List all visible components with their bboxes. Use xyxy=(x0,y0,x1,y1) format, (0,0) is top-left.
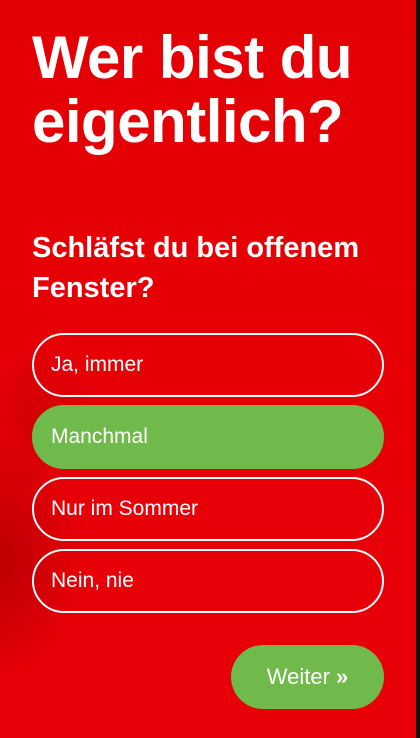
answer-option-label: Nur im Sommer xyxy=(51,497,199,520)
answer-option-label: Manchmal xyxy=(51,425,148,448)
answer-option-ja-immer[interactable]: Ja, immer xyxy=(32,333,384,397)
answer-option-nur-im-sommer[interactable]: Nur im Sommer xyxy=(32,477,384,541)
next-button-label: Weiter xyxy=(266,664,330,689)
screen-edge xyxy=(416,0,420,738)
answer-option-manchmal[interactable]: Manchmal xyxy=(32,405,384,469)
next-button[interactable]: Weiter » xyxy=(231,645,384,709)
page-title: Wer bist du eigentlich? xyxy=(32,24,353,155)
answer-options: Ja, immer Manchmal Nur im Sommer Nein, n… xyxy=(32,333,384,621)
answer-option-nein-nie[interactable]: Nein, nie xyxy=(32,549,384,613)
question-text: Schläfst du bei offenem Fenster? xyxy=(32,232,360,304)
double-chevron-right-icon: » xyxy=(335,664,349,689)
answer-option-label: Ja, immer xyxy=(51,353,144,376)
answer-option-label: Nein, nie xyxy=(51,569,134,592)
